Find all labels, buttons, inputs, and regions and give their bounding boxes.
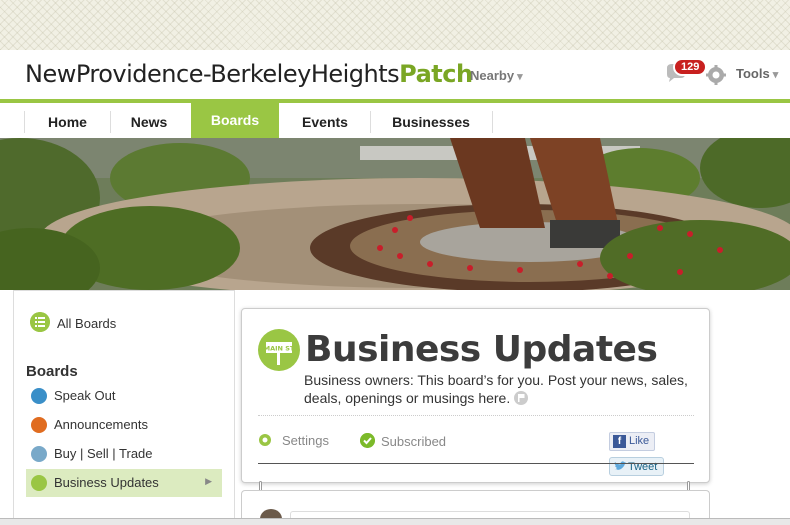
- flag-icon[interactable]: [514, 391, 529, 405]
- facebook-icon: f: [613, 435, 626, 448]
- board-header-card: MAIN ST Business Updates Business owners…: [241, 308, 710, 497]
- facebook-like-button[interactable]: f Like: [609, 432, 655, 451]
- boards-heading: Boards: [26, 363, 78, 380]
- main-nav: Home News Boards Events Businesses: [0, 99, 790, 151]
- nav-boards[interactable]: Boards: [191, 99, 279, 151]
- main-st-icon: [31, 475, 47, 491]
- speech-icon: [31, 388, 47, 404]
- nav-home[interactable]: Home: [25, 107, 110, 137]
- hero-banner-image: [0, 138, 790, 290]
- nearby-dropdown[interactable]: Nearby: [470, 68, 523, 83]
- main-st-sign-icon: MAIN ST: [258, 329, 300, 371]
- chevron-right-icon: ▶: [205, 476, 212, 486]
- card-bottom-rule: [258, 463, 694, 464]
- main-st-sign-text: MAIN ST: [264, 345, 295, 353]
- settings-gear-icon[interactable]: [258, 433, 272, 447]
- browser-bottom-bar: [0, 518, 790, 525]
- nav-businesses[interactable]: Businesses: [370, 107, 492, 137]
- tweet-button[interactable]: Tweet: [609, 457, 664, 476]
- nav-news[interactable]: News: [110, 107, 188, 137]
- like-label: Like: [629, 435, 650, 447]
- settings-link[interactable]: Settings: [282, 433, 329, 448]
- board-description-text: Business owners: This board’s for you. P…: [304, 372, 688, 406]
- tag-icon: [31, 446, 47, 462]
- gear-icon[interactable]: [706, 65, 726, 85]
- notification-badge[interactable]: 129: [673, 58, 708, 76]
- sidebar-item-label: Announcements: [54, 417, 148, 432]
- sidebar-item-business-updates[interactable]: Business Updates ▶: [26, 469, 222, 497]
- site-name-text: NewProvidence-BerkeleyHeights: [25, 60, 400, 88]
- check-icon: [360, 433, 375, 448]
- top-pattern-strip: [0, 0, 790, 50]
- board-description: Business owners: This board’s for you. P…: [304, 371, 699, 407]
- sidebar-item-speak-out[interactable]: Speak Out: [26, 382, 222, 410]
- site-logo[interactable]: NewProvidence-BerkeleyHeightsPatch: [25, 60, 473, 88]
- patch-brand: Patch: [399, 60, 473, 88]
- sidebar-item-buy-sell-trade[interactable]: Buy | Sell | Trade: [26, 440, 222, 468]
- sidebar-item-label: Buy | Sell | Trade: [54, 446, 153, 461]
- tools-dropdown[interactable]: Tools: [736, 66, 778, 81]
- card-divider: [258, 415, 694, 416]
- sidebar-item-announcements[interactable]: Announcements: [26, 411, 222, 439]
- nav-events[interactable]: Events: [281, 107, 369, 137]
- list-icon: [30, 312, 50, 332]
- sidebar-item-label: Business Updates: [54, 475, 159, 490]
- site-header: NewProvidence-BerkeleyHeightsPatch Nearb…: [0, 50, 790, 100]
- subscribed-toggle[interactable]: Subscribed: [381, 434, 446, 449]
- board-title: Business Updates: [305, 329, 658, 370]
- sidebar-item-label: Speak Out: [54, 388, 116, 403]
- all-boards-link[interactable]: All Boards: [57, 316, 116, 331]
- megaphone-icon: [31, 417, 47, 433]
- nav-divider: [492, 111, 493, 133]
- boards-sidebar: All Boards Boards Speak Out Announcement…: [13, 290, 235, 520]
